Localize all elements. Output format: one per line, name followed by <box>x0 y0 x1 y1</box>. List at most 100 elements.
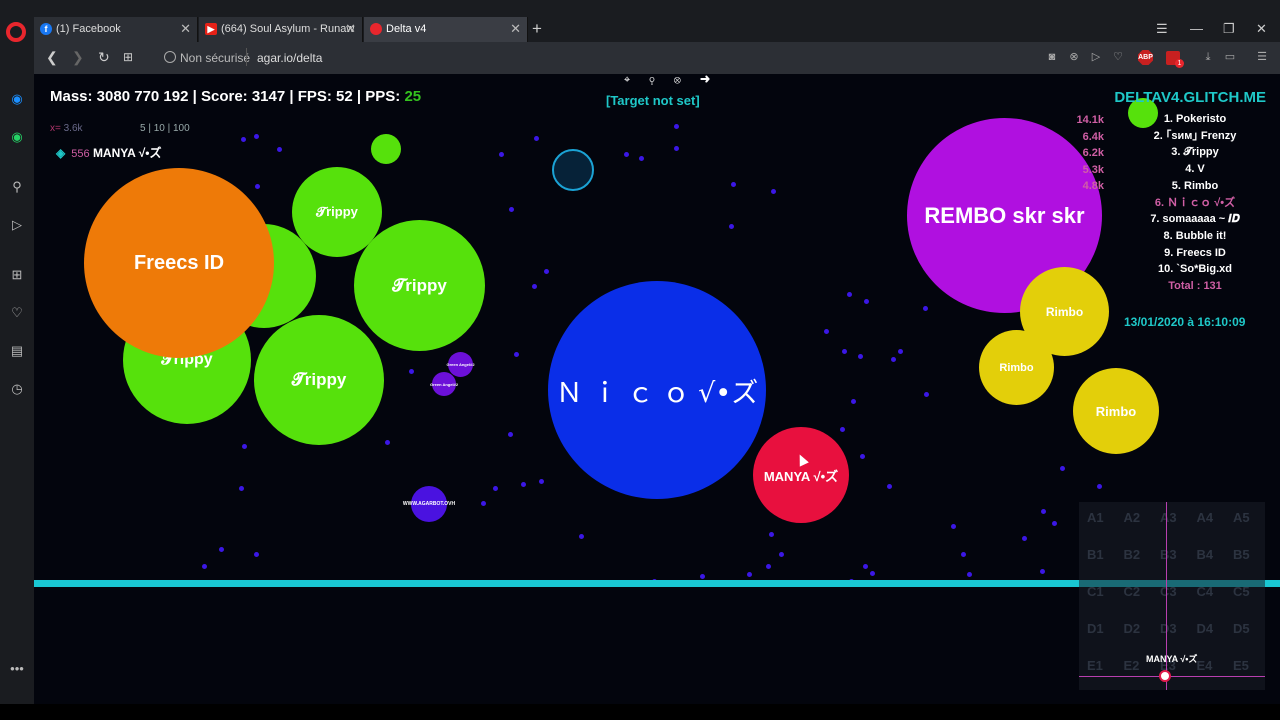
security-label[interactable]: Non sécurisé <box>180 51 250 65</box>
food-pellet <box>771 189 776 194</box>
food-pellet <box>385 440 390 445</box>
tab-facebook[interactable]: f (1) Facebook ✕ <box>34 17 198 42</box>
food-pellet <box>769 532 774 537</box>
cell-trippy: 𝓣rippy <box>254 315 384 445</box>
tab-youtube[interactable]: ▶ (664) Soul Asylum - Runaw ✕ <box>199 17 363 42</box>
cell-trippy: 𝓣rippy <box>354 220 485 351</box>
minimap-player-dot <box>1159 670 1171 682</box>
food-pellet <box>731 182 736 187</box>
cell-rimbo: Rimbo <box>1073 368 1159 454</box>
more-icon[interactable]: ••• <box>8 660 26 678</box>
heart-icon[interactable]: ♡ <box>1112 51 1124 63</box>
minimap: E5 E4 E3 E2 E1 D5 D4 D3 D2 D1 C5 C4 C3 C2 C1 B5 B4 B3 B2 B1… <box>1079 502 1265 690</box>
leaderboard-entry: 1. Pokeristo <box>1163 113 1227 125</box>
battery-icon[interactable]: ▭ <box>1224 51 1236 63</box>
leaderboard-entry-me: 6. Ｎｉｃｏ √•ズ <box>1154 196 1236 209</box>
minimize-button[interactable]: — <box>1190 17 1203 41</box>
close-tab-icon[interactable]: ✕ <box>345 17 356 41</box>
food-pellet <box>700 574 705 579</box>
minimap-sector-label: A4 <box>1196 510 1214 525</box>
food-pellet <box>579 534 584 539</box>
tab-delta-v4[interactable]: Delta v4 ✕ <box>364 17 528 42</box>
leaderboard-entry: 5. Rimbo <box>1171 179 1219 192</box>
globe-icon[interactable] <box>164 51 176 63</box>
virus-cell <box>552 149 594 191</box>
food-pellet <box>729 224 734 229</box>
close-tab-icon[interactable]: ✕ <box>510 17 521 41</box>
diamond-icon: ◈ <box>56 146 66 160</box>
tab-menu-icon[interactable]: ☰ <box>1156 17 1168 41</box>
food-pellet <box>674 146 679 151</box>
food-pellet <box>499 152 504 157</box>
food-pellet <box>842 349 847 354</box>
whatsapp-icon[interactable]: ◉ <box>8 128 26 146</box>
food-pellet <box>860 454 865 459</box>
food-pellet <box>1041 509 1046 514</box>
food-pellet <box>532 284 537 289</box>
minimap-sector-label: E1 <box>1087 658 1103 673</box>
send-icon[interactable]: ▷ <box>1090 51 1102 63</box>
speed-dial-icon[interactable]: ⊞ <box>8 266 26 284</box>
food-pellet <box>624 152 629 157</box>
history-icon[interactable]: ◷ <box>8 380 26 398</box>
mini-stats: x= 3.6k 5 | 10 | 100 <box>50 123 190 134</box>
food-pellet <box>514 352 519 357</box>
food-pellet <box>254 552 259 557</box>
food-pellet <box>847 292 852 297</box>
target-controls[interactable]: ⌖ ⚲ ⊗ ➜ <box>624 74 718 87</box>
maximize-button[interactable]: ❐ <box>1223 17 1235 41</box>
food-pellet <box>898 349 903 354</box>
food-pellet <box>481 501 486 506</box>
bookmarks-icon[interactable]: ♡ <box>8 304 26 322</box>
camera-icon[interactable]: ◙ <box>1046 51 1058 63</box>
url-input[interactable]: agar.io/delta <box>257 51 322 65</box>
download-icon[interactable]: ⤓ <box>1202 51 1214 63</box>
cell-green-angel: Green Angel#2 <box>446 352 475 377</box>
stats-hud: Mass: 3080 770 192 | Score: 3147 | FPS: … <box>50 88 422 105</box>
minimap-sector-label: A3 <box>1160 510 1177 525</box>
close-tab-icon[interactable]: ✕ <box>180 17 191 41</box>
easy-setup-icon[interactable]: ☰ <box>1256 51 1268 63</box>
food-pellet <box>1040 569 1045 574</box>
minimap-sector-label: B2 <box>1123 547 1141 562</box>
food-pellet <box>766 564 771 569</box>
block-icon[interactable]: ⊗ <box>1068 51 1080 63</box>
leaderboard-entry: 10. `So*Big.xd <box>1158 263 1232 276</box>
minimap-sector-label: E2 <box>1123 658 1140 673</box>
reload-icon[interactable]: ↻ <box>98 49 110 66</box>
food-pellet <box>409 369 414 374</box>
minimap-sector-label: B1 <box>1087 547 1104 562</box>
minimap-sector-label: D3 <box>1160 621 1177 636</box>
food-pellet <box>277 147 282 152</box>
forward-icon[interactable]: ❯ <box>72 49 84 66</box>
new-tab-button[interactable]: + <box>532 17 542 41</box>
leaderboard-entry: 3. 𝓣rippy <box>1171 146 1219 159</box>
search-icon[interactable]: ⚲ <box>8 178 26 196</box>
back-icon[interactable]: ❮ <box>46 49 58 66</box>
food-pellet <box>639 156 644 161</box>
food-pellet <box>864 299 869 304</box>
food-pellet <box>255 184 260 189</box>
food-pellet <box>851 399 856 404</box>
datetime-label: 13/01/2020 à 16:10:09 <box>1124 315 1246 329</box>
minimap-sector-label: D1 <box>1087 621 1104 636</box>
minimap-sector-label: E4 <box>1196 658 1213 673</box>
minimap-player-name: MANYA √•ズ <box>1146 654 1198 664</box>
game-canvas[interactable]: 𝓣rippy 𝓣rippy 𝓣rippy 𝓣rippy Freecs ID Gr… <box>34 74 1280 704</box>
food-pellet <box>254 134 259 139</box>
food-pellet <box>961 552 966 557</box>
adblock-icon[interactable]: ABP <box>1138 50 1153 65</box>
minimap-sector-label: B5 <box>1233 547 1250 562</box>
food-pellet <box>508 432 513 437</box>
opera-logo-icon[interactable] <box>6 22 26 42</box>
leaderboard-entry: 9. Freecs ID <box>1164 246 1226 259</box>
tabs-grid-icon[interactable]: ⊞ <box>123 50 133 64</box>
news-icon[interactable]: ▤ <box>8 342 26 360</box>
send-icon[interactable]: ▷ <box>8 216 26 234</box>
minimap-sector-label: A2 <box>1123 510 1141 525</box>
browser-sidebar: ◉ ◉ ⚲ ▷ ⊞ ♡ ▤ ◷ ••• <box>0 42 34 720</box>
food-pellet <box>534 136 539 141</box>
food-pellet <box>891 357 896 362</box>
messenger-icon[interactable]: ◉ <box>8 90 26 108</box>
close-window-button[interactable]: ✕ <box>1256 17 1267 41</box>
